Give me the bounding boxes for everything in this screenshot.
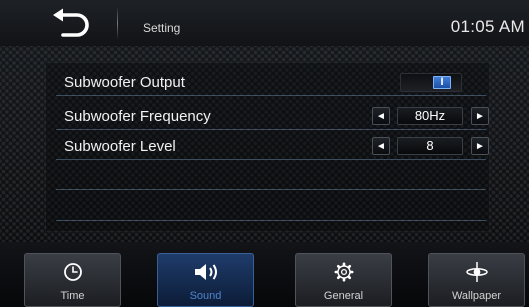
setting-row-subwoofer-level: Subwoofer Level ◄ 8 ► bbox=[56, 133, 489, 160]
back-arrow-icon bbox=[53, 8, 89, 37]
header-bar: Setting 01:05 AM bbox=[0, 0, 529, 46]
tab-general[interactable]: General bbox=[295, 253, 392, 307]
setting-label: Subwoofer Output bbox=[64, 74, 185, 91]
frequency-decrease-button[interactable]: ◄ bbox=[372, 107, 390, 125]
setting-label: Subwoofer Level bbox=[64, 138, 176, 155]
speaker-icon bbox=[158, 261, 253, 283]
back-button[interactable] bbox=[38, 4, 102, 42]
tab-label: Sound bbox=[189, 290, 222, 302]
header-divider bbox=[117, 6, 118, 40]
setting-row-empty bbox=[56, 163, 486, 190]
settings-screen: Setting 01:05 AM Subwoofer Output I Subw… bbox=[0, 0, 529, 307]
tab-label: Time bbox=[60, 290, 85, 302]
level-value: 8 bbox=[397, 137, 463, 155]
setting-row-empty bbox=[56, 194, 486, 221]
tab-sound[interactable]: Sound bbox=[157, 253, 254, 307]
tab-time[interactable]: Time bbox=[24, 253, 121, 307]
level-decrease-button[interactable]: ◄ bbox=[372, 137, 390, 155]
settings-panel: Subwoofer Output I Subwoofer Frequency ◄… bbox=[45, 62, 490, 232]
wallpaper-icon bbox=[429, 261, 524, 283]
tab-wallpaper[interactable]: Wallpaper bbox=[428, 253, 525, 307]
clock-icon bbox=[25, 261, 120, 283]
tab-label: General bbox=[323, 290, 364, 302]
level-increase-button[interactable]: ► bbox=[471, 137, 489, 155]
page-title: Setting bbox=[143, 21, 181, 35]
gear-icon bbox=[296, 261, 391, 283]
bottom-nav-bar: Time Sound General Wallpaper bbox=[0, 242, 529, 307]
frequency-value: 80Hz bbox=[397, 107, 463, 125]
frequency-increase-button[interactable]: ► bbox=[471, 107, 489, 125]
setting-row-subwoofer-output: Subwoofer Output I bbox=[56, 69, 486, 96]
setting-label: Subwoofer Frequency bbox=[64, 108, 211, 125]
tab-label: Wallpaper bbox=[451, 290, 502, 302]
clock: 01:05 AM bbox=[450, 17, 525, 36]
setting-row-subwoofer-frequency: Subwoofer Frequency ◄ 80Hz ► bbox=[56, 103, 489, 130]
subwoofer-output-toggle[interactable]: I bbox=[400, 73, 462, 92]
toggle-knob: I bbox=[433, 76, 451, 89]
